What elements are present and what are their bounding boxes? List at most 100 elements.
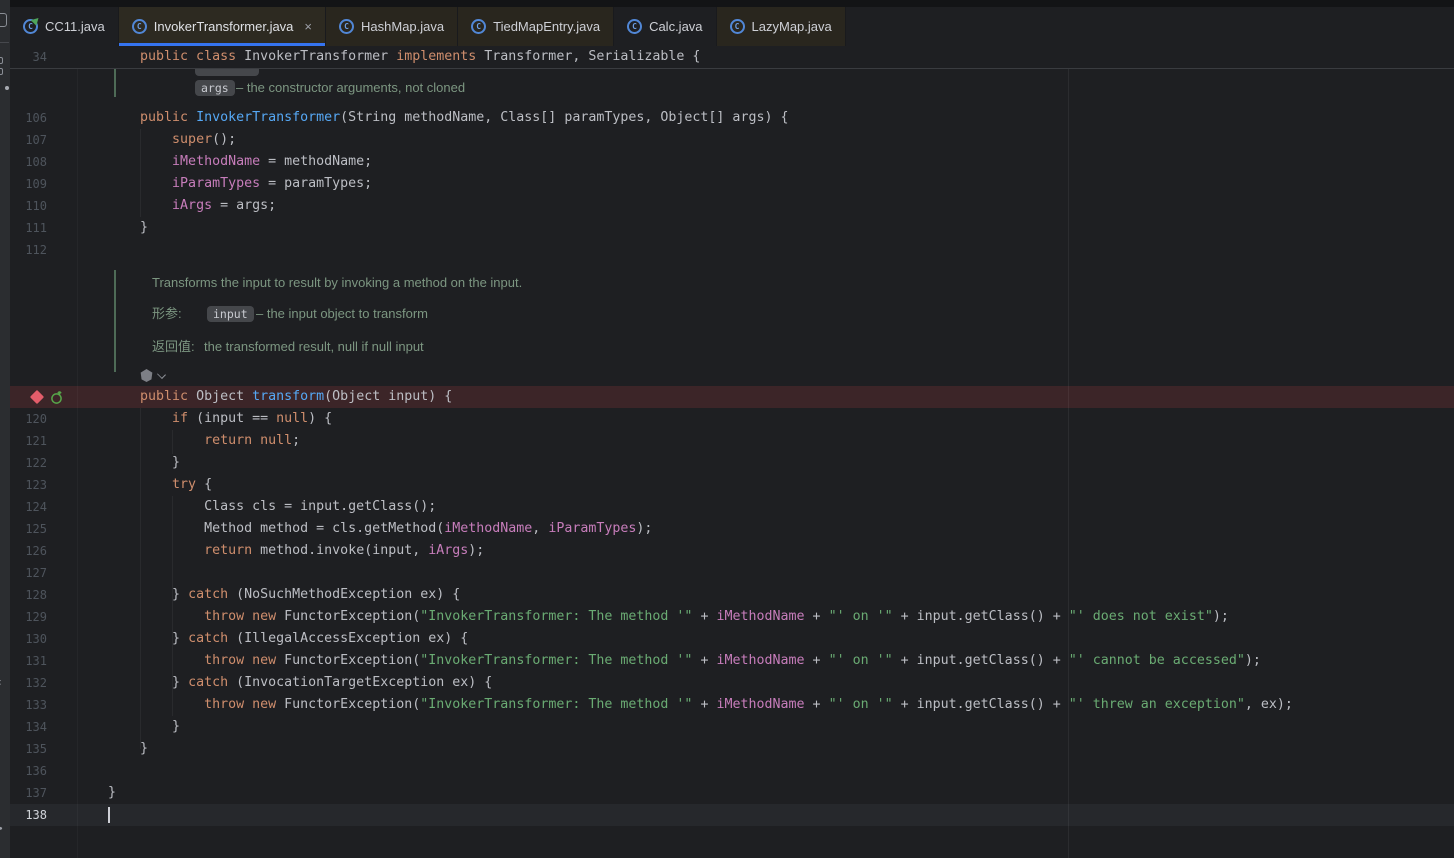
code-token[interactable]: }	[108, 675, 188, 690]
code-token[interactable]: null	[276, 411, 308, 426]
code-token[interactable]: if	[172, 411, 188, 426]
code-token[interactable]: +	[692, 697, 716, 712]
code-token[interactable]: );	[636, 521, 652, 536]
code-line[interactable]: 107 super();	[0, 129, 1454, 151]
code-token[interactable]: }	[108, 631, 188, 646]
code-line[interactable]: 134 }	[0, 716, 1454, 738]
left-tool-stripe[interactable]: * > ) >	[0, 0, 10, 858]
tab-close-icon[interactable]: ×	[304, 20, 312, 33]
tab-hashmap-java[interactable]: CHashMap.java	[326, 7, 458, 46]
code-token[interactable]: Object	[196, 389, 252, 404]
code-token[interactable]: ;	[292, 433, 300, 448]
code-token[interactable]: FunctorException(	[276, 653, 420, 668]
code-line[interactable]: 110 iArgs = args;	[0, 195, 1454, 217]
commit-tool-icon[interactable]: >	[0, 818, 3, 839]
code-line[interactable]: 126 return method.invoke(input, iArgs);	[0, 540, 1454, 562]
code-token[interactable]: try	[172, 477, 196, 492]
code-token[interactable]: + input.getClass() +	[893, 609, 1069, 624]
code-line[interactable]: 136	[0, 760, 1454, 782]
code-token[interactable]: (input ==	[188, 411, 276, 426]
annotation-inlay-icon[interactable]	[140, 369, 153, 382]
code-token[interactable]: public	[108, 389, 196, 404]
code-token[interactable]: iParamTypes	[548, 521, 636, 536]
code-token[interactable]: = args;	[212, 198, 276, 213]
structure-tool-icon[interactable]	[0, 57, 3, 64]
code-line[interactable]: 129 throw new FunctorException("InvokerT…	[0, 606, 1454, 628]
code-token[interactable]: FunctorException(	[276, 697, 420, 712]
code-token[interactable]: throw new	[204, 697, 276, 712]
code-token[interactable]: +	[805, 653, 829, 668]
services-tool-icon[interactable]: *	[0, 676, 2, 696]
code-token[interactable]: }	[108, 719, 180, 734]
code-token[interactable]	[108, 543, 204, 558]
code-token[interactable]: }	[108, 455, 180, 470]
code-token[interactable]: throw new	[204, 653, 276, 668]
code-line[interactable]: 137}	[0, 782, 1454, 804]
code-line[interactable]: 120 if (input == null) {	[0, 408, 1454, 430]
code-line[interactable]: 127	[0, 562, 1454, 584]
code-token[interactable]: public	[108, 110, 196, 125]
code-token[interactable]: return null	[204, 433, 292, 448]
code-token[interactable]: + input.getClass() +	[893, 697, 1069, 712]
code-token[interactable]: catch	[188, 675, 228, 690]
code-token[interactable]: +	[692, 653, 716, 668]
code-token[interactable]: );	[1245, 653, 1261, 668]
code-line[interactable]: 123 try {	[0, 474, 1454, 496]
code-token[interactable]: ();	[212, 132, 236, 147]
code-token[interactable]	[108, 433, 204, 448]
code-token[interactable]: "' on '"	[829, 609, 893, 624]
code-token[interactable]: (NoSuchMethodException ex) {	[228, 587, 460, 602]
code-line[interactable]: 131 throw new FunctorException("InvokerT…	[0, 650, 1454, 672]
sticky-header-line[interactable]: 34 public class InvokerTransformer imple…	[10, 46, 1454, 69]
project-tool-icon[interactable]	[0, 13, 7, 27]
code-token[interactable]: "' threw an exception"	[1069, 697, 1245, 712]
code-line[interactable]: 132 } catch (InvocationTargetException e…	[0, 672, 1454, 694]
code-token[interactable]: }	[108, 741, 148, 756]
method-breakpoint-icon[interactable]	[30, 390, 44, 404]
code-token[interactable]: transform	[252, 389, 324, 404]
code-token[interactable]: InvokerTransformer	[244, 49, 396, 64]
code-line[interactable]: 121 return null;	[0, 430, 1454, 452]
code-line[interactable]: 124 Class cls = input.getClass();	[0, 496, 1454, 518]
tab-cc11-java[interactable]: CCC11.java	[10, 7, 119, 46]
code-line[interactable]: 111 }	[0, 217, 1454, 239]
code-token[interactable]: {	[196, 477, 212, 492]
code-line[interactable]: 112	[0, 239, 1454, 261]
code-token[interactable]: "' on '"	[829, 697, 893, 712]
code-token[interactable]	[108, 653, 204, 668]
code-token[interactable]: "' cannot be accessed"	[1069, 653, 1245, 668]
code-token[interactable]: InvokerTransformer	[196, 110, 340, 125]
code-token[interactable]: (Object input) {	[324, 389, 452, 404]
code-token[interactable]: iMethodName	[444, 521, 532, 536]
code-token[interactable]: = methodName;	[260, 154, 372, 169]
code-token[interactable]: +	[805, 697, 829, 712]
code-token[interactable]: ) {	[308, 411, 332, 426]
code-token[interactable]: "' on '"	[829, 653, 893, 668]
code-token[interactable]: "InvokerTransformer: The method '"	[420, 697, 692, 712]
code-token[interactable]: );	[468, 543, 484, 558]
structure-tool-icon[interactable]	[0, 68, 3, 75]
code-token[interactable]: iParamTypes	[172, 176, 260, 191]
code-token[interactable]: (String methodName, Class[] paramTypes, …	[340, 110, 788, 125]
breakpoint-line[interactable]: public Object transform(Object input) {	[0, 386, 1454, 408]
code-token[interactable]: throw new	[204, 609, 276, 624]
code-line[interactable]: 109 iParamTypes = paramTypes;	[0, 173, 1454, 195]
chevron-down-icon[interactable]	[157, 370, 166, 379]
code-token[interactable]: method.invoke(input,	[252, 543, 428, 558]
code-line[interactable]: 135 }	[0, 738, 1454, 760]
code-token[interactable]: }	[108, 785, 116, 800]
code-line[interactable]: 108 iMethodName = methodName;	[0, 151, 1454, 173]
code-token[interactable]: iMethodName	[716, 697, 804, 712]
code-token[interactable]: FunctorException(	[276, 609, 420, 624]
code-token[interactable]	[108, 697, 204, 712]
code-line[interactable]: 138	[0, 804, 1454, 826]
code-token[interactable]: (IllegalAccessException ex) {	[228, 631, 468, 646]
code-token[interactable]	[108, 609, 204, 624]
code-token[interactable]: +	[805, 609, 829, 624]
code-line[interactable]: 130 } catch (IllegalAccessException ex) …	[0, 628, 1454, 650]
code-token[interactable]: = paramTypes;	[260, 176, 372, 191]
code-token[interactable]: , ex);	[1245, 697, 1293, 712]
code-token[interactable]: + input.getClass() +	[893, 653, 1069, 668]
code-token[interactable]: +	[692, 609, 716, 624]
code-token[interactable]: }	[108, 587, 188, 602]
